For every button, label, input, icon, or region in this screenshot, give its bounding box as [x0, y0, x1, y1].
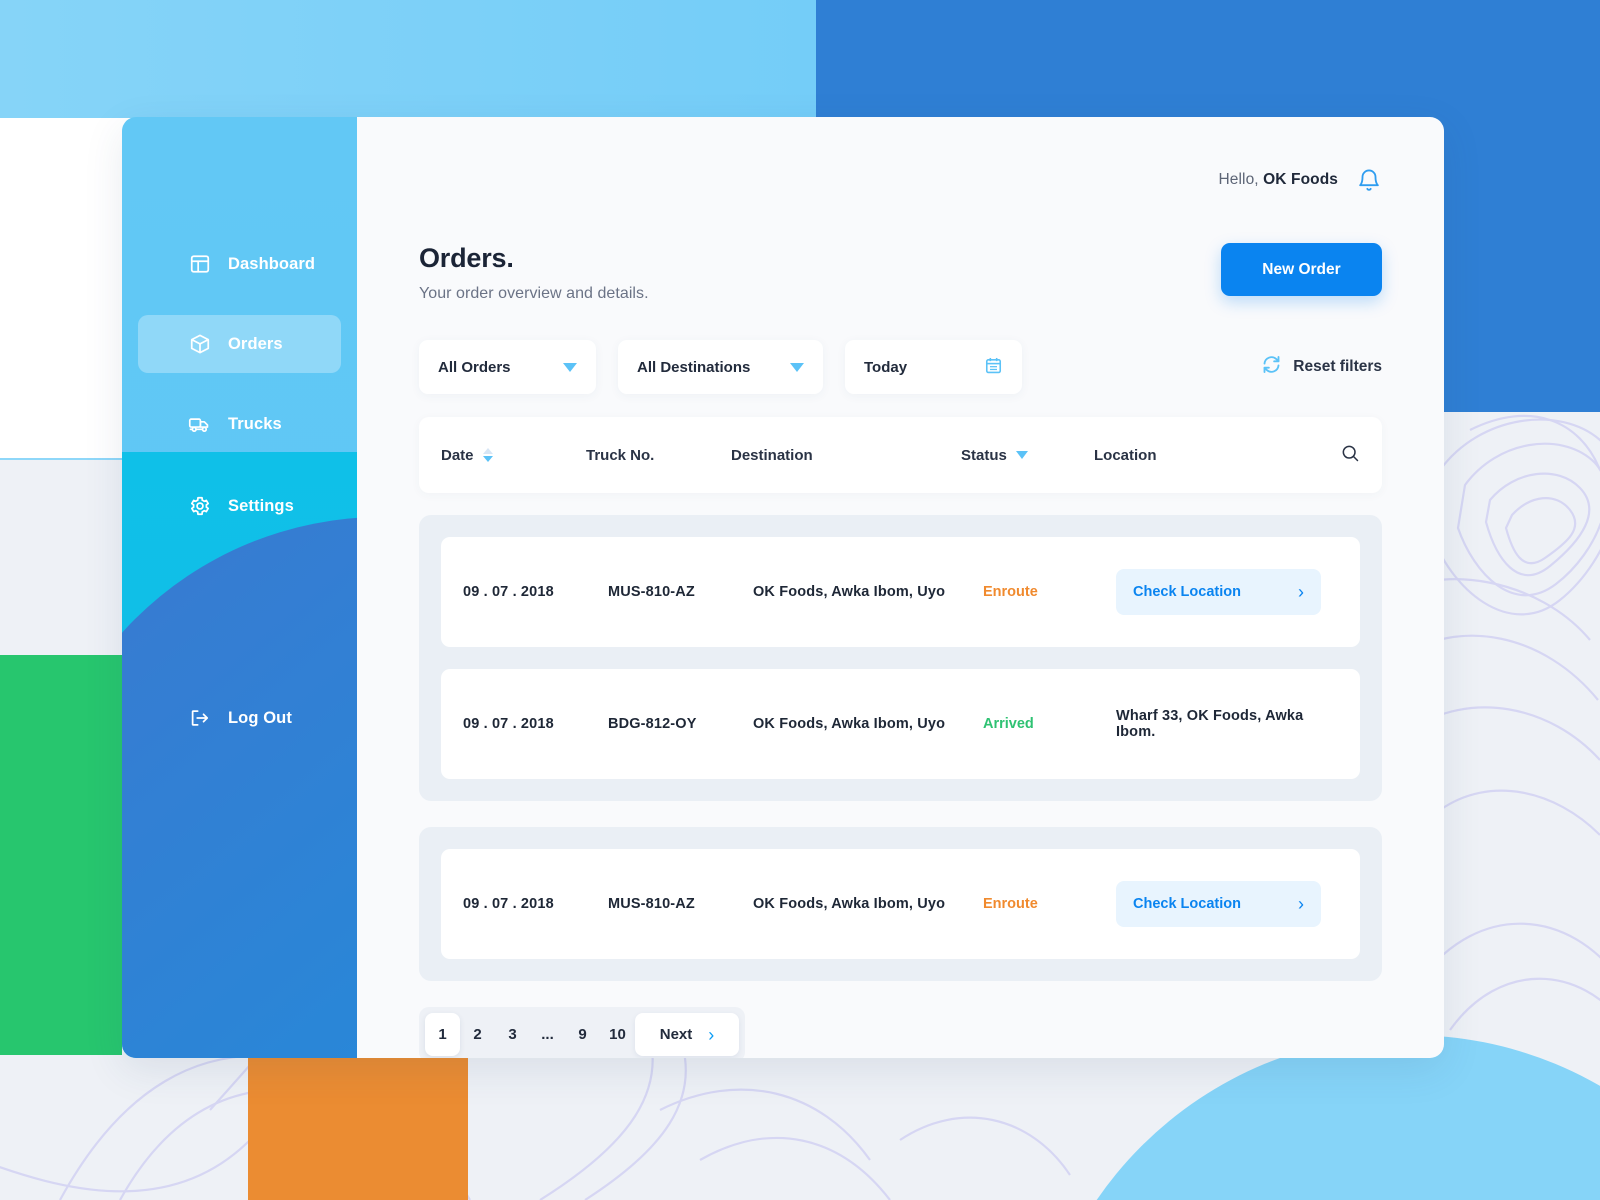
check-location-label: Check Location [1133, 896, 1241, 912]
sidebar-item-trucks[interactable]: Trucks [138, 395, 341, 453]
sidebar-item-label: Settings [228, 496, 294, 515]
box-icon [188, 333, 211, 356]
chevron-right-icon: › [708, 1024, 715, 1045]
check-location-label: Check Location [1133, 584, 1241, 600]
all-orders-filter[interactable]: All Orders [419, 340, 596, 394]
reset-filters-button[interactable]: Reset filters [1261, 354, 1382, 380]
cell-destination: OK Foods, Awka Ibom, Uyo [753, 716, 946, 732]
truck-icon [188, 413, 211, 436]
sidebar-nav: Dashboard Orders Trucks Settings Log Out [122, 117, 357, 747]
cell-location: Check Location › [1116, 881, 1338, 927]
check-location-button[interactable]: Check Location › [1116, 569, 1321, 615]
sidebar-item-settings[interactable]: Settings [138, 477, 341, 535]
decor-top-band [0, 0, 816, 118]
page-subtitle: Your order overview and details. [419, 285, 649, 302]
column-header-date[interactable]: Date [441, 447, 586, 464]
column-header-truck[interactable]: Truck No. [586, 447, 731, 464]
sidebar-item-logout[interactable]: Log Out [138, 689, 341, 747]
chevron-right-icon: › [1298, 894, 1304, 914]
search-icon[interactable] [1340, 443, 1360, 468]
greeting-text: Hello, [1218, 171, 1259, 188]
new-order-button[interactable]: New Order [1221, 243, 1382, 296]
dashboard-icon [188, 253, 211, 276]
pagination-page-9[interactable]: 9 [565, 1013, 600, 1056]
cell-truck: MUS-810-AZ [608, 584, 695, 600]
sidebar: Dashboard Orders Trucks Settings Log Out [122, 117, 357, 1058]
chevron-down-icon [563, 362, 577, 372]
pagination-page-1[interactable]: 1 [425, 1013, 460, 1056]
cell-date: 09 . 07 . 2018 [463, 716, 554, 732]
cell-truck: BDG-812-OY [608, 716, 697, 732]
sidebar-item-orders[interactable]: Orders [138, 315, 341, 373]
filter-bar: All Orders All Destinations Today Reset … [419, 340, 1382, 394]
pagination: 1 2 3 ... 9 10 Next › [419, 1007, 745, 1058]
top-bar: Hello, OK Foods [419, 117, 1382, 243]
app-window: Dashboard Orders Trucks Settings Log Out… [122, 117, 1444, 1058]
main-content: Hello, OK Foods Orders. Your order overv… [357, 117, 1444, 1058]
cell-destination: OK Foods, Awka Ibom, Uyo [753, 896, 946, 912]
sort-icon[interactable] [482, 448, 493, 462]
table-header: Date Truck No. Destination Status Locati… [419, 417, 1382, 493]
chevron-right-icon: › [1298, 582, 1304, 602]
bell-icon[interactable] [1356, 167, 1382, 193]
status-badge: Enroute [983, 584, 1038, 600]
order-group: 09 . 07 . 2018 MUS-810-AZ OK Foods, Awka… [419, 827, 1382, 981]
pagination-next-button[interactable]: Next › [635, 1013, 739, 1056]
all-destinations-filter-label: All Destinations [637, 358, 751, 376]
table-row[interactable]: 09 . 07 . 2018 MUS-810-AZ OK Foods, Awka… [441, 537, 1360, 647]
all-orders-filter-label: All Orders [438, 358, 511, 376]
pagination-page-3[interactable]: 3 [495, 1013, 530, 1056]
sidebar-item-label: Dashboard [228, 254, 316, 273]
pagination-next-label: Next [659, 1026, 693, 1043]
gear-icon [188, 495, 211, 518]
greeting: Hello, OK Foods [1218, 171, 1338, 189]
table-row[interactable]: 09 . 07 . 2018 BDG-812-OY OK Foods, Awka… [441, 669, 1360, 779]
date-filter[interactable]: Today [845, 340, 1022, 394]
pagination-page-10[interactable]: 10 [600, 1013, 635, 1056]
decor-green-block [0, 655, 122, 1055]
page-title: Orders. [419, 243, 514, 273]
date-filter-label: Today [864, 358, 908, 376]
column-header-truck-label: Truck No. [586, 446, 655, 464]
sidebar-item-label: Orders [228, 334, 283, 353]
column-header-location[interactable]: Location [1094, 447, 1340, 464]
refresh-icon [1261, 354, 1282, 380]
status-badge: Arrived [983, 716, 1034, 732]
chevron-down-icon [790, 362, 804, 372]
column-header-status-label: Status [961, 446, 1007, 464]
user-name: OK Foods [1263, 171, 1338, 188]
page-header-text: Orders. Your order overview and details. [419, 243, 649, 303]
decor-orange-square [248, 1058, 468, 1200]
sidebar-item-dashboard[interactable]: Dashboard [138, 235, 341, 293]
calendar-icon [984, 356, 1003, 379]
pagination-ellipsis: ... [530, 1013, 565, 1056]
sidebar-item-label: Log Out [228, 708, 292, 727]
column-header-destination[interactable]: Destination [731, 447, 961, 464]
column-header-location-label: Location [1094, 446, 1157, 464]
cell-truck: MUS-810-AZ [608, 896, 695, 912]
sidebar-item-label: Trucks [228, 414, 282, 433]
page-header: Orders. Your order overview and details.… [419, 243, 1382, 303]
column-header-status[interactable]: Status [961, 447, 1094, 464]
chevron-down-icon[interactable] [1015, 451, 1028, 459]
table-row[interactable]: 09 . 07 . 2018 MUS-810-AZ OK Foods, Awka… [441, 849, 1360, 959]
all-destinations-filter[interactable]: All Destinations [618, 340, 823, 394]
cell-date: 09 . 07 . 2018 [463, 584, 554, 600]
pagination-page-2[interactable]: 2 [460, 1013, 495, 1056]
status-badge: Enroute [983, 896, 1038, 912]
column-header-date-label: Date [441, 446, 474, 464]
cell-location: Check Location › [1116, 569, 1338, 615]
order-group: 09 . 07 . 2018 MUS-810-AZ OK Foods, Awka… [419, 515, 1382, 801]
cell-date: 09 . 07 . 2018 [463, 896, 554, 912]
column-header-destination-label: Destination [731, 446, 813, 464]
cell-destination: OK Foods, Awka Ibom, Uyo [753, 584, 946, 600]
logout-icon [188, 707, 211, 730]
check-location-button[interactable]: Check Location › [1116, 881, 1321, 927]
cell-location: Wharf 33, OK Foods, Awka Ibom. [1116, 708, 1304, 740]
reset-filters-label: Reset filters [1293, 358, 1382, 375]
